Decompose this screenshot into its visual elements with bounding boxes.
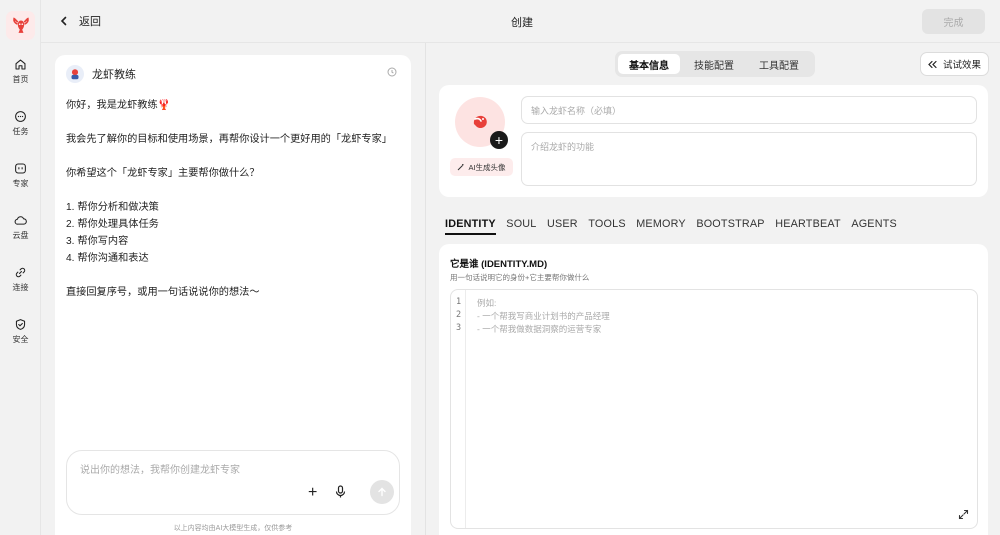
chat-header: 龙虾教练 [66,65,136,83]
line-number: 2 [456,310,462,320]
tab-basic-info[interactable]: 基本信息 [618,54,680,74]
send-button[interactable] [370,480,394,504]
message-line: 你希望这个「龙虾专家」主要帮你做什么？ [66,168,260,179]
nav-label: 首页 [12,75,29,84]
line-number: 3 [456,323,462,333]
app-root: 首页 任务 专家 云盘 连接 安全 返回 创建 完成 龙虾教练 你好，我是龙虾教… [0,0,1000,535]
tab-soul[interactable]: SOUL [506,218,536,235]
editor-placeholder-line: - 一个帮我做数据洞察的运营专家 [477,324,602,334]
file-tabs: IDENTITY SOUL USER TOOLS MEMORY BOOTSTRA… [445,218,907,235]
top-bar: 返回 创建 完成 [41,0,1000,43]
line-number: 1 [456,297,462,307]
try-effect-label: 试试效果 [942,60,981,71]
tab-identity[interactable]: IDENTITY [445,218,496,235]
nav-item-security[interactable]: 安全 [0,318,41,345]
coach-avatar [66,65,84,83]
identity-card: 它是谁 (IDENTITY.MD) 用一句话说明它的身份+它主要帮你做什么 1 … [439,244,988,535]
nav-label: 专家 [12,179,29,188]
message-line: 直接回复序号，或用一句话说说你的想法～ [66,287,260,298]
tab-tools[interactable]: 工具配置 [748,54,810,74]
lobster-avatar-icon [473,115,487,129]
description-placeholder: 介绍龙虾的功能 [531,142,595,152]
tab-heartbeat[interactable]: HEARTBEAT [775,218,841,235]
chat-input-placeholder: 说出你的想法，我帮你创建龙虾专家 [80,465,240,476]
identity-title: 它是谁 (IDENTITY.MD) [450,259,548,270]
tab-bootstrap[interactable]: BOOTSTRAP [696,218,764,235]
coach-chat-panel: 龙虾教练 你好，我是龙虾教练🦞 我会先了解你的目标和使用场景，再帮你设计一个更好… [55,55,411,535]
double-chevron-left-icon [928,60,937,68]
identity-editor[interactable]: 1 2 3 例如: - 一个帮我写商业计划书的产品经理 - 一个帮我做数据洞察的… [450,289,978,529]
basic-info-card: + AI生成头像 输入龙虾名称（必填） 介绍龙虾的功能 [439,85,988,197]
identity-subtitle: 用一句话说明它的身份+它主要帮你做什么 [450,273,590,282]
name-placeholder: 输入龙虾名称（必填） [531,105,622,116]
try-effect-button[interactable]: 试试效果 [920,52,989,76]
upload-avatar-button[interactable]: + [490,131,508,149]
nav-item-home[interactable]: 首页 [0,58,41,85]
nav-label: 安全 [12,335,29,344]
tab-tools-file[interactable]: TOOLS [588,218,625,235]
app-logo[interactable] [6,11,35,40]
nav-item-tasks[interactable]: 任务 [0,110,41,137]
nav-item-connect[interactable]: 连接 [0,266,41,293]
message-line: 2. 帮你处理具体任务 [66,219,159,230]
back-button[interactable]: 返回 [59,13,101,29]
nav-label: 连接 [12,283,29,292]
chat-input[interactable]: 说出你的想法，我帮你创建龙虾专家 + [66,450,400,515]
cloud-icon [14,216,27,225]
config-tabs: 基本信息 技能配置 工具配置 [615,51,815,77]
editor-placeholder-line: - 一个帮我写商业计划书的产品经理 [477,311,610,321]
home-icon [15,59,26,70]
expert-description-input[interactable]: 介绍龙虾的功能 [521,132,977,186]
message-line: 你好，我是龙虾教练🦞 [66,100,171,111]
done-button[interactable]: 完成 [922,9,985,34]
coach-message: 你好，我是龙虾教练🦞 我会先了解你的目标和使用场景，再帮你设计一个更好用的「龙虾… [66,97,406,301]
expert-icon [15,163,26,174]
expand-icon[interactable] [958,509,969,520]
lobster-logo-icon [12,16,29,33]
ai-disclaimer: 以上内容均由AI大模型生成，仅供参考 [173,525,293,532]
chat-icon [15,111,26,122]
back-label: 返回 [79,16,101,28]
coach-avatar-icon [71,69,79,80]
nav-label: 任务 [12,127,29,136]
tab-skills[interactable]: 技能配置 [683,54,745,74]
arrow-up-icon [378,487,386,497]
expert-name-input[interactable]: 输入龙虾名称（必填） [521,96,977,124]
nav-item-cloud[interactable]: 云盘 [0,214,41,241]
nav-item-experts[interactable]: 专家 [0,162,41,189]
side-nav: 首页 任务 专家 云盘 连接 安全 [0,0,41,535]
message-line: 1. 帮你分析和做决策 [66,202,159,213]
tab-user[interactable]: USER [547,218,578,235]
attach-button[interactable]: + [308,484,317,502]
ai-avatar-label: AI生成头像 [468,162,506,172]
editor-placeholder-line: 例如: [477,298,497,308]
nav-label: 云盘 [12,231,29,240]
panel-divider [425,43,426,535]
message-line: 3. 帮你写内容 [66,236,129,247]
message-line: 4. 帮你沟通和表达 [66,253,149,264]
tab-agents[interactable]: AGENTS [851,218,897,235]
ai-avatar-button[interactable]: AI生成头像 [450,158,513,176]
history-icon[interactable] [387,67,397,77]
message-line: 我会先了解你的目标和使用场景，再帮你设计一个更好用的「龙虾专家」 [66,134,392,145]
chevron-left-icon [60,16,67,26]
coach-name: 龙虾教练 [92,69,136,81]
shield-icon [15,319,26,330]
link-icon [15,267,26,278]
mic-icon[interactable] [335,485,346,498]
page-title: 创建 [511,17,533,29]
tab-memory[interactable]: MEMORY [636,218,686,235]
magic-wand-icon [458,164,464,171]
